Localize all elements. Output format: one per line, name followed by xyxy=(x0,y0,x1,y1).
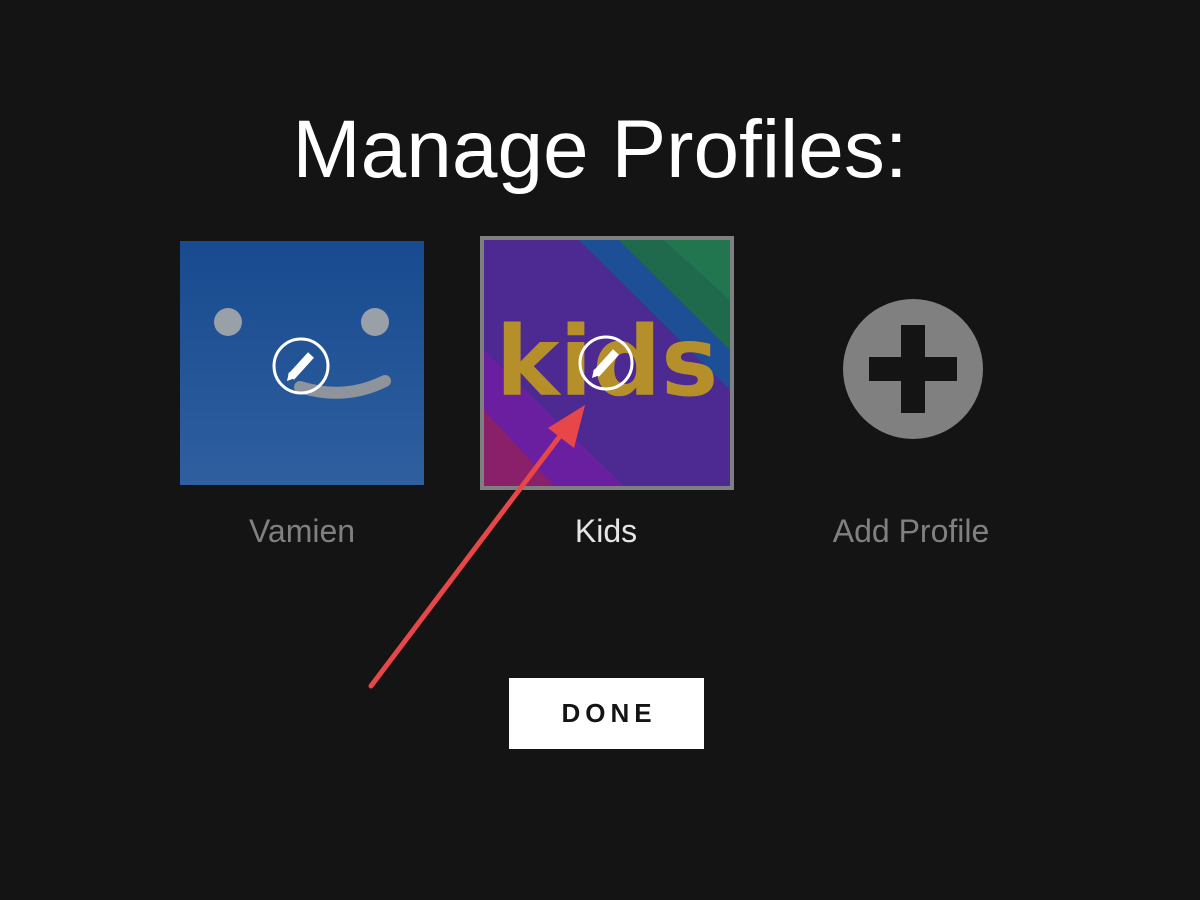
profile-name-kids[interactable]: Kids xyxy=(456,511,756,551)
done-button[interactable]: DONE xyxy=(509,678,704,749)
kids-avatar-icon: kids xyxy=(484,240,730,486)
plus-circle-icon xyxy=(843,299,983,439)
avatar-vamien-edit[interactable] xyxy=(180,241,424,485)
page-title: Manage Profiles: xyxy=(292,104,908,195)
add-profile-button[interactable] xyxy=(842,298,984,440)
profile-name-add[interactable]: Add Profile xyxy=(761,511,1061,551)
smiley-avatar-icon xyxy=(180,241,424,485)
profile-name-vamien[interactable]: Vamien xyxy=(152,511,452,551)
avatar-kids-edit[interactable]: kids xyxy=(480,236,734,490)
